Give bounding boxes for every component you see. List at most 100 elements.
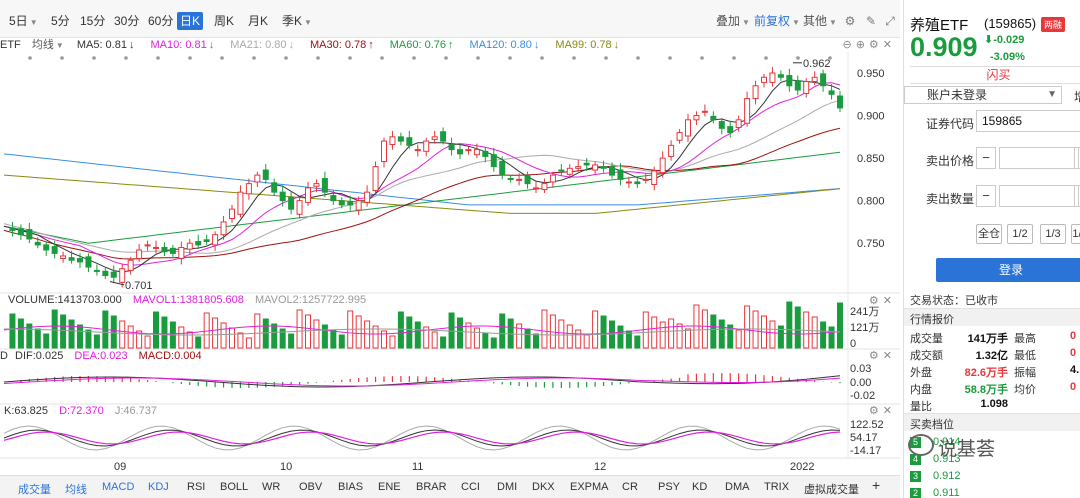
volume-legend: VOLUME:1413703.000 MAVOL1:1381805.608 MA… bbox=[0, 293, 374, 307]
low-price-label: 0.701 bbox=[125, 280, 153, 292]
indicator-tab[interactable]: CR bbox=[622, 481, 638, 493]
account-extra[interactable]: 增 bbox=[1074, 88, 1080, 105]
indicator-tab[interactable]: MACD bbox=[102, 481, 134, 493]
candle-body bbox=[169, 247, 176, 254]
period-tab[interactable]: 30分 bbox=[111, 12, 142, 30]
flash-buy-button[interactable]: 闪买 bbox=[910, 66, 1080, 84]
candle-body bbox=[651, 170, 658, 185]
candle-body bbox=[245, 183, 252, 195]
indicator-tab[interactable]: CCI bbox=[461, 481, 480, 493]
gear-icon[interactable]: ⚙ bbox=[869, 295, 879, 307]
volume-bar bbox=[397, 311, 404, 349]
trade-panel: 养殖ETF (159865) 两融 0.909 ⬇-0.029 -3.09% 闪… bbox=[903, 0, 1080, 498]
indicator-tab[interactable]: DMA bbox=[725, 481, 749, 493]
quote-section-title: 行情报价 bbox=[910, 314, 954, 326]
last-price: 0.909 bbox=[910, 32, 978, 62]
qty-minus-button[interactable]: − bbox=[976, 185, 996, 207]
macd-pane-icons: ⚙ ✕ bbox=[865, 349, 892, 362]
price-plus-button[interactable] bbox=[1074, 147, 1080, 169]
other-dropdown[interactable]: 其他 ▼ bbox=[803, 12, 837, 30]
login-button[interactable]: 登录 bbox=[936, 258, 1080, 282]
indicator-tab[interactable]: BOLL bbox=[220, 481, 248, 493]
quote-value: 0 bbox=[1070, 347, 1077, 359]
volume-title: VOLUME:1413703.000 bbox=[8, 294, 122, 306]
settings-icon[interactable]: ⚙ bbox=[843, 14, 857, 28]
volume-bar bbox=[566, 324, 573, 349]
volume-bar bbox=[482, 332, 489, 349]
period-tab[interactable]: 15分 bbox=[77, 12, 108, 30]
price-minus-button[interactable]: − bbox=[976, 147, 996, 169]
quote-value: 0 bbox=[1070, 381, 1077, 393]
qty-third-button[interactable]: 1/3 bbox=[1040, 224, 1066, 244]
high-price-label: 0.962 bbox=[803, 58, 831, 70]
volume-bar bbox=[431, 331, 438, 349]
chevron-down-icon: ▼ bbox=[29, 18, 38, 27]
indicator-tab[interactable]: RSI bbox=[187, 481, 205, 493]
mavol1-label: MAVOL1:1381805.608 bbox=[132, 294, 244, 306]
indicator-tab[interactable]: PSY bbox=[658, 481, 680, 493]
qty-half-button[interactable]: 1/2 bbox=[1007, 224, 1033, 244]
candle-body bbox=[136, 249, 143, 260]
volume-bar bbox=[837, 302, 843, 349]
candle-body bbox=[558, 169, 565, 172]
level-price: 0.912 bbox=[933, 470, 961, 482]
kdj-y-tick: 54.17 bbox=[850, 432, 878, 444]
period-tab[interactable]: 周K bbox=[211, 12, 237, 30]
gear-icon[interactable]: ⚙ bbox=[869, 350, 879, 362]
candle-body bbox=[769, 72, 776, 83]
chart-area[interactable]: ETF 均线 ▼ MA5: 0.81 ↓ MA10: 0.81 ↓ MA21: 0.80 ↓… bbox=[0, 38, 900, 475]
indicator-tab[interactable]: 虚拟成交量 bbox=[804, 481, 859, 497]
indicator-tab[interactable]: OBV bbox=[299, 481, 322, 493]
volume-bar bbox=[668, 318, 675, 349]
sell-qty-input[interactable] bbox=[999, 185, 1079, 207]
close-icon[interactable]: ✕ bbox=[883, 405, 892, 417]
indicator-tab[interactable]: TRIX bbox=[764, 481, 789, 493]
sell-price-input[interactable] bbox=[999, 147, 1079, 169]
indicator-tab[interactable]: KDJ bbox=[148, 481, 169, 493]
overlay-button[interactable]: 叠加 ▼ bbox=[716, 12, 750, 30]
indicator-tab[interactable]: DKX bbox=[532, 481, 555, 493]
indicator-tab[interactable]: BRAR bbox=[416, 481, 447, 493]
d-label: D:72.370 bbox=[59, 405, 104, 417]
volume-bar bbox=[592, 310, 599, 349]
draw-tool-icon[interactable]: ✎ bbox=[864, 14, 878, 28]
indicator-tab[interactable]: 均线 bbox=[65, 481, 87, 497]
indicator-tab[interactable]: 成交量 bbox=[18, 481, 51, 497]
candle-body bbox=[26, 229, 33, 240]
account-select[interactable]: 账户未登录 ▼ bbox=[904, 86, 1062, 104]
adjust-dropdown[interactable]: 前复权 ▼ bbox=[754, 12, 800, 30]
indicator-tab[interactable]: KD bbox=[692, 481, 707, 493]
volume-bar bbox=[330, 329, 337, 349]
volume-bar bbox=[262, 318, 269, 349]
indicator-tab[interactable]: BIAS bbox=[338, 481, 363, 493]
candle-body bbox=[575, 166, 582, 169]
indicator-tab[interactable]: EXPMA bbox=[570, 481, 609, 493]
indicator-tab[interactable]: DMI bbox=[497, 481, 517, 493]
qty-all-button[interactable]: 全仓 bbox=[976, 224, 1002, 244]
indicator-tab[interactable]: WR bbox=[262, 481, 280, 493]
volume-bar bbox=[245, 337, 252, 349]
candle-body bbox=[820, 73, 827, 87]
quote-value: 1.32亿 bbox=[975, 350, 1008, 362]
mavol2-label: MAVOL2:1257722.995 bbox=[254, 294, 367, 306]
kdj-y-tick: -14.17 bbox=[850, 445, 881, 457]
period-tab[interactable]: 月K bbox=[245, 12, 271, 30]
add-indicator-icon[interactable]: + bbox=[872, 477, 880, 493]
fullscreen-icon[interactable]: ⤢ bbox=[883, 14, 897, 28]
indicator-tab[interactable]: ENE bbox=[378, 481, 401, 493]
period-tab[interactable]: 日K bbox=[177, 12, 204, 30]
period-tab[interactable]: 5分 bbox=[48, 12, 73, 30]
period-tab[interactable]: 季K ▼ bbox=[279, 12, 315, 30]
close-icon[interactable]: ✕ bbox=[883, 295, 892, 307]
code-input[interactable]: 159865 bbox=[976, 110, 1080, 132]
close-icon[interactable]: ✕ bbox=[883, 350, 892, 362]
gear-icon[interactable]: ⚙ bbox=[869, 405, 879, 417]
period-tab[interactable]: 5日 ▼ bbox=[6, 12, 41, 30]
volume-bar bbox=[769, 320, 776, 349]
x-axis-label: 12 bbox=[594, 461, 606, 473]
qty-plus-button[interactable] bbox=[1074, 185, 1080, 207]
quote-value: 4. bbox=[1070, 364, 1080, 376]
period-tab[interactable]: 60分 bbox=[145, 12, 176, 30]
qty-quarter-button[interactable]: 1/ bbox=[1071, 224, 1080, 244]
macd-y-tick: 0.00 bbox=[850, 377, 871, 389]
